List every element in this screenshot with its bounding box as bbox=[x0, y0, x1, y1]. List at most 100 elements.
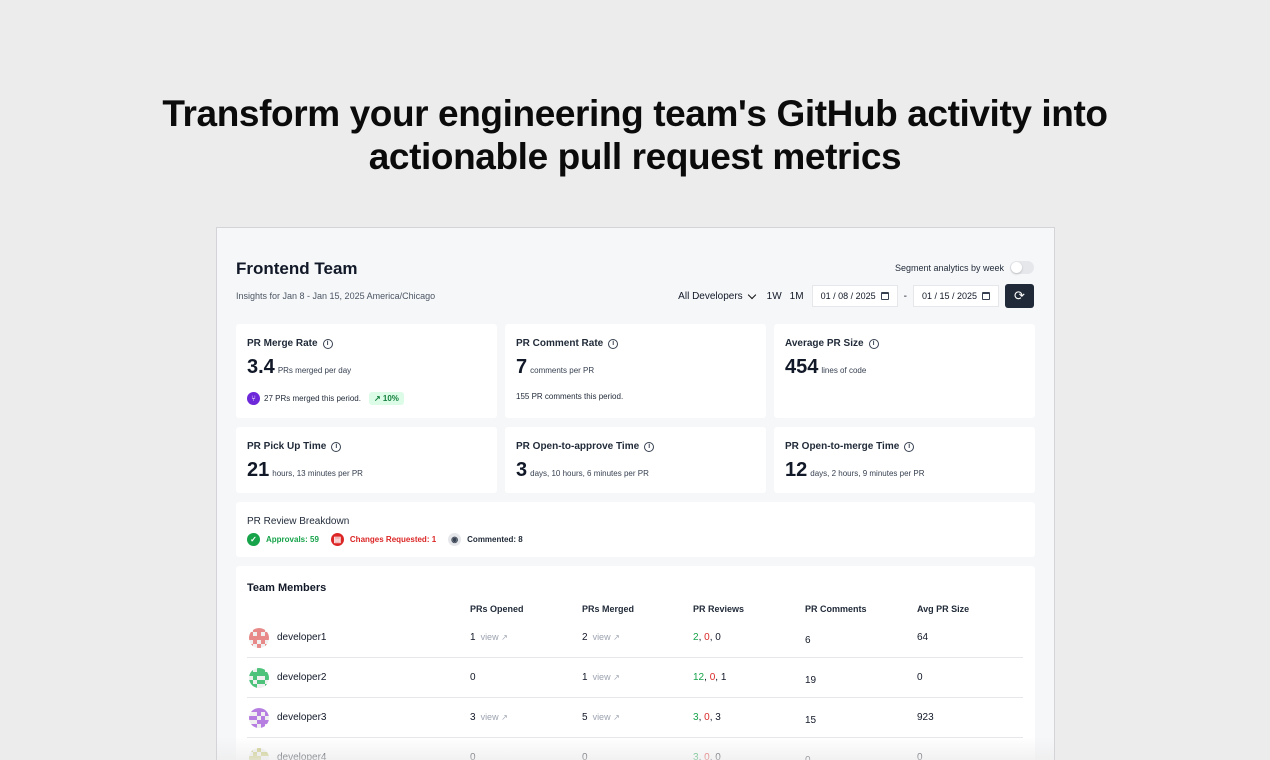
toggle-knob bbox=[1011, 262, 1022, 273]
avg-size-card: Average PR Size i 454 lines of code bbox=[774, 324, 1035, 418]
review-breakdown-title: PR Review Breakdown bbox=[247, 516, 350, 527]
avg-pr-size-cell: 0 bbox=[917, 672, 923, 683]
insights-range: Insights for Jan 8 - Jan 15, 2025 Americ… bbox=[236, 291, 436, 301]
external-link-icon: ↗ bbox=[501, 633, 508, 642]
col-prs-opened: PRs Opened bbox=[470, 604, 524, 614]
team-title: Frontend Team bbox=[236, 259, 358, 278]
pickup-label: PR Pick Up Time i bbox=[247, 441, 342, 452]
team-members-title: Team Members bbox=[247, 582, 327, 594]
view-link[interactable]: view ↗ bbox=[481, 712, 508, 722]
external-link-icon: ↗ bbox=[613, 713, 620, 722]
pickup-card: PR Pick Up Time i 21 hours, 13 minutes per… bbox=[236, 427, 497, 493]
info-icon[interactable]: i bbox=[904, 441, 915, 452]
prs-opened-cell: 3 view ↗ bbox=[470, 712, 508, 723]
refresh-button[interactable]: ⟳ bbox=[1005, 284, 1034, 308]
approvals-item: ✓ Approvals: 59 bbox=[247, 533, 319, 546]
open-merge-label: PR Open-to-merge Time i bbox=[785, 441, 915, 452]
breakdown-items: ✓ Approvals: 59 ▤ Changes Requested: 1 ◉… bbox=[247, 533, 523, 546]
open-merge-value: 12 days, 2 hours, 9 minutes per PR bbox=[785, 459, 925, 481]
git-merge-icon: ⑂ bbox=[247, 392, 260, 405]
comment-rate-card: PR Comment Rate i 7 comments per PR 155 PR… bbox=[505, 324, 766, 418]
table-row[interactable]: developer3 3 view ↗ 5 view ↗ 3, 0, 3 15 92… bbox=[247, 698, 1023, 738]
comment-rate-label: PR Comment Rate i bbox=[516, 338, 619, 349]
col-pr-comments: PR Comments bbox=[805, 604, 867, 614]
external-link-icon: ↗ bbox=[501, 713, 508, 722]
col-prs-merged: PRs Merged bbox=[582, 604, 635, 614]
merge-rate-extra: ⑂ 27 PRs merged this period. ↗ 10% bbox=[247, 392, 404, 405]
dashboard-window: Frontend Team Insights for Jan 8 - Jan 1… bbox=[216, 227, 1055, 760]
commented-item: ◉ Commented: 8 bbox=[448, 533, 523, 546]
review-breakdown-card: PR Review Breakdown ✓ Approvals: 59 ▤ Ch… bbox=[236, 502, 1035, 557]
prs-opened-cell: 0 bbox=[470, 752, 476, 760]
merge-rate-card: PR Merge Rate i 3.4 PRs merged per day ⑂ 2… bbox=[236, 324, 497, 418]
avatar bbox=[249, 708, 269, 728]
trend-badge: ↗ 10% bbox=[368, 392, 404, 405]
calendar-icon bbox=[880, 292, 889, 300]
chevron-down-icon bbox=[747, 290, 756, 299]
pr-reviews-cell: 12, 0, 1 bbox=[693, 672, 727, 683]
external-link-icon: ↗ bbox=[613, 673, 620, 682]
segment-label: Segment analytics by week bbox=[894, 262, 1004, 273]
end-date-value: 01 / 15 / 2025 bbox=[921, 291, 977, 301]
info-icon[interactable]: i bbox=[644, 441, 655, 452]
info-icon[interactable]: i bbox=[331, 441, 342, 452]
avatar bbox=[249, 628, 269, 648]
pr-comments-cell: 0 bbox=[805, 755, 811, 760]
open-merge-card: PR Open-to-merge Time i 12 days, 2 hours, … bbox=[774, 427, 1035, 493]
end-date-input[interactable]: 01 / 15 / 2025 bbox=[912, 285, 999, 307]
info-icon[interactable]: i bbox=[608, 338, 619, 349]
view-link[interactable]: view ↗ bbox=[593, 632, 620, 642]
filters-bar: All Developers 1W 1M 01 / 08 / 2025 - 01… bbox=[678, 284, 1034, 308]
member-name[interactable]: developer1 bbox=[277, 632, 326, 643]
pickup-value: 21 hours, 13 minutes per PR bbox=[247, 459, 363, 481]
view-link[interactable]: view ↗ bbox=[593, 672, 620, 682]
developers-select-value: All Developers bbox=[678, 290, 743, 302]
merge-rate-label: PR Merge Rate i bbox=[247, 338, 333, 349]
changes-requested-icon: ▤ bbox=[330, 533, 344, 546]
segment-toggle[interactable] bbox=[1010, 261, 1034, 274]
table-row[interactable]: developer1 1 view ↗ 2 view ↗ 2, 0, 0 6 64 bbox=[247, 618, 1023, 658]
info-icon[interactable]: i bbox=[322, 338, 333, 349]
start-date-value: 01 / 08 / 2025 bbox=[820, 291, 876, 301]
comment-rate-extra: 155 PR comments this period. bbox=[516, 392, 624, 401]
open-approve-value: 3 days, 10 hours, 6 minutes per PR bbox=[516, 459, 649, 481]
pr-reviews-cell: 3, 0, 0 bbox=[693, 752, 721, 760]
table-row[interactable]: developer2 0 1 view ↗ 12, 0, 1 19 0 bbox=[247, 658, 1023, 698]
avg-pr-size-cell: 923 bbox=[917, 712, 934, 723]
merge-rate-value: 3.4 PRs merged per day bbox=[247, 356, 352, 378]
prs-merged-cell: 0 bbox=[582, 752, 588, 760]
pr-comments-cell: 6 bbox=[805, 635, 811, 646]
avg-size-label: Average PR Size i bbox=[785, 338, 879, 349]
prs-opened-cell: 0 bbox=[470, 672, 476, 683]
col-avg-pr-size: Avg PR Size bbox=[917, 604, 970, 614]
team-members-card: Team Members PRs Opened PRs Merged PR Re… bbox=[236, 566, 1035, 760]
comment-rate-value: 7 comments per PR bbox=[516, 356, 595, 378]
changes-requested-item: ▤ Changes Requested: 1 bbox=[330, 533, 436, 546]
pr-comments-cell: 15 bbox=[805, 715, 817, 726]
prs-merged-cell: 1 view ↗ bbox=[582, 672, 620, 683]
pr-comments-cell: 19 bbox=[805, 675, 817, 686]
open-approve-label: PR Open-to-approve Time i bbox=[516, 441, 655, 452]
info-icon[interactable]: i bbox=[868, 338, 879, 349]
check-circle-icon: ✓ bbox=[247, 533, 260, 546]
range-1w-button[interactable]: 1W bbox=[767, 291, 782, 302]
prs-opened-cell: 1 view ↗ bbox=[470, 632, 508, 643]
member-name[interactable]: developer3 bbox=[277, 712, 326, 723]
external-link-icon: ↗ bbox=[613, 633, 620, 642]
eye-icon: ◉ bbox=[448, 533, 462, 546]
range-1m-button[interactable]: 1M bbox=[790, 291, 804, 302]
avg-pr-size-cell: 0 bbox=[917, 752, 923, 760]
pr-reviews-cell: 3, 0, 3 bbox=[693, 712, 721, 723]
pr-reviews-cell: 2, 0, 0 bbox=[693, 632, 721, 643]
hero-headline: Transform your engineering team's GitHub… bbox=[0, 92, 1270, 178]
avatar bbox=[249, 668, 269, 688]
start-date-input[interactable]: 01 / 08 / 2025 bbox=[811, 285, 898, 307]
member-name[interactable]: developer2 bbox=[277, 672, 326, 683]
view-link[interactable]: view ↗ bbox=[481, 632, 508, 642]
member-name[interactable]: developer4 bbox=[277, 752, 326, 760]
table-row[interactable]: developer4 0 0 3, 0, 0 0 0 bbox=[247, 738, 1023, 760]
calendar-icon bbox=[982, 292, 990, 300]
view-link[interactable]: view ↗ bbox=[593, 712, 620, 722]
developers-select[interactable]: All Developers bbox=[678, 290, 756, 302]
hero-line-1: Transform your engineering team's GitHub… bbox=[162, 93, 1108, 134]
